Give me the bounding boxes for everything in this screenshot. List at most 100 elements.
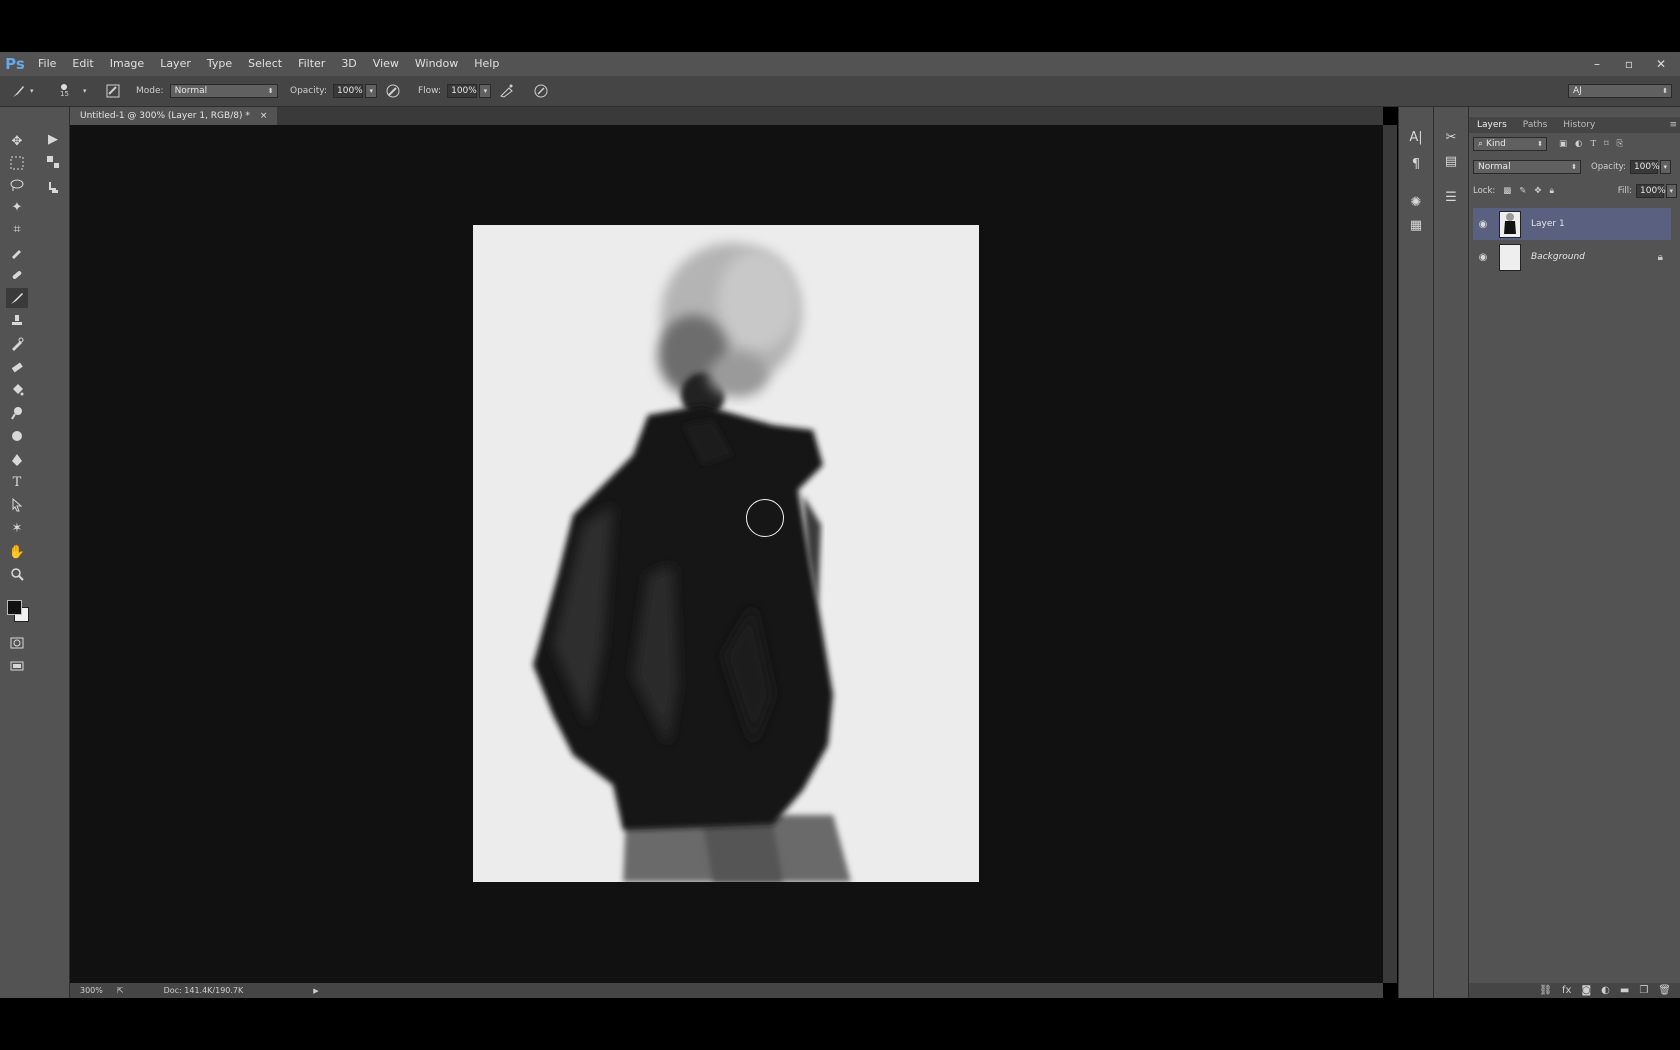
minimize-button[interactable]: –: [1588, 55, 1606, 73]
share-icon[interactable]: ⇱: [117, 986, 124, 995]
play-action-icon[interactable]: ▶: [42, 129, 64, 149]
lock-icon[interactable]: 🔒︎: [1658, 252, 1663, 263]
magic-wand-tool-icon[interactable]: ✦: [6, 197, 28, 217]
mode-select[interactable]: Normal ⬍: [169, 84, 278, 98]
blend-mode-select[interactable]: Normal ⬍: [1473, 160, 1581, 174]
paint-bucket-tool-icon[interactable]: [6, 380, 28, 400]
menu-edit[interactable]: Edit: [64, 52, 101, 76]
brush-tool-icon[interactable]: [6, 288, 28, 308]
custom-shape-tool-icon[interactable]: ✶: [6, 518, 28, 538]
clone-source-icon[interactable]: [42, 177, 64, 197]
tab-layers[interactable]: Layers: [1469, 120, 1515, 130]
quick-mask-icon[interactable]: [6, 633, 28, 653]
grid-panel-icon[interactable]: ▦: [1405, 215, 1427, 235]
zoom-level[interactable]: 300%: [80, 986, 103, 995]
foreground-color-swatch[interactable]: [7, 600, 22, 615]
clone-stamp-tool-icon[interactable]: [6, 311, 28, 331]
character-panel-icon[interactable]: A|: [1405, 127, 1427, 147]
path-selection-tool-icon[interactable]: [6, 495, 28, 515]
pressure-opacity-toggle[interactable]: [384, 76, 402, 106]
menu-window[interactable]: Window: [407, 52, 466, 76]
hand-tool-icon[interactable]: ✋: [6, 542, 28, 562]
eraser-tool-icon[interactable]: [6, 357, 28, 377]
close-button[interactable]: ✕: [1652, 55, 1670, 73]
document-canvas[interactable]: [473, 225, 979, 882]
restore-button[interactable]: ▫: [1620, 55, 1638, 73]
marquee-tool-icon[interactable]: [6, 153, 28, 173]
opacity-input[interactable]: 100%: [333, 84, 363, 98]
menu-filter[interactable]: Filter: [290, 52, 333, 76]
menu-select[interactable]: Select: [240, 52, 290, 76]
trash-icon[interactable]: 🗑︎: [1658, 985, 1671, 996]
filter-shape-icon[interactable]: ⌑: [1604, 139, 1608, 149]
dodge-tool-icon[interactable]: [6, 403, 28, 423]
filter-adjustment-icon[interactable]: ◐: [1575, 139, 1582, 149]
adjustments-icon[interactable]: ☰: [1440, 187, 1462, 207]
chevron-down-icon: ▾: [483, 87, 488, 95]
menu-3d[interactable]: 3D: [333, 52, 364, 76]
fx-icon[interactable]: fx: [1562, 985, 1571, 996]
pen-tool-icon[interactable]: [6, 450, 28, 470]
fill-dropdown[interactable]: ▾: [1666, 184, 1677, 198]
eye-icon[interactable]: ◉: [1473, 252, 1493, 263]
blur-tool-icon[interactable]: [6, 426, 28, 446]
status-menu-arrow-icon[interactable]: ▶: [313, 987, 318, 995]
layer-filter-select[interactable]: ⌕ Kind ⬍: [1473, 137, 1547, 151]
eye-icon[interactable]: ◉: [1473, 219, 1493, 230]
menu-file[interactable]: File: [30, 52, 64, 76]
tab-history[interactable]: History: [1555, 120, 1603, 130]
filter-type-icon[interactable]: T: [1590, 139, 1596, 149]
chevron-down-icon[interactable]: ▾: [83, 87, 87, 95]
vertical-scrollbar[interactable]: [1383, 125, 1397, 983]
close-tab-icon[interactable]: ×: [260, 111, 268, 121]
menu-image[interactable]: Image: [102, 52, 152, 76]
flow-dropdown[interactable]: ▾: [479, 84, 492, 98]
lock-image-icon[interactable]: ✎: [1519, 186, 1526, 196]
move-tool-icon[interactable]: ✥: [6, 131, 28, 151]
color-swatches[interactable]: [6, 597, 30, 625]
lock-transparent-icon[interactable]: ▩: [1503, 186, 1511, 196]
menu-layer[interactable]: Layer: [152, 52, 199, 76]
flow-input[interactable]: 100%: [447, 84, 478, 98]
paragraph-panel-icon[interactable]: ¶: [1405, 154, 1427, 174]
brush-tool-preset[interactable]: ▾: [10, 76, 34, 106]
healing-brush-tool-icon[interactable]: [6, 265, 28, 285]
screen-mode-icon[interactable]: [6, 656, 28, 676]
tool-presets-icon[interactable]: [42, 152, 64, 172]
tab-paths[interactable]: Paths: [1515, 120, 1555, 130]
link-layers-icon[interactable]: ⛓: [1539, 985, 1552, 996]
layer-opacity-dropdown[interactable]: ▾: [1659, 160, 1671, 174]
opacity-dropdown[interactable]: ▾: [365, 84, 377, 98]
lasso-tool-icon[interactable]: [6, 175, 28, 195]
airbrush-toggle[interactable]: [498, 76, 516, 106]
zoom-tool-icon[interactable]: [6, 564, 28, 584]
eyedropper-tool-icon[interactable]: [6, 242, 28, 262]
filter-smart-object-icon[interactable]: ⎘: [1617, 139, 1624, 149]
filter-pixel-icon[interactable]: ▣: [1559, 139, 1567, 149]
fill-input[interactable]: 100%: [1636, 184, 1666, 198]
new-group-icon[interactable]: ▬: [1620, 985, 1629, 996]
adjustment-layer-icon[interactable]: ◐: [1601, 985, 1610, 996]
layer-row[interactable]: ◉ Layer 1: [1473, 208, 1671, 240]
panel-menu-icon[interactable]: ≡: [1669, 120, 1677, 130]
new-layer-icon[interactable]: ❐: [1639, 985, 1648, 996]
menu-help[interactable]: Help: [466, 52, 507, 76]
brush-tools-icon[interactable]: ✂: [1440, 127, 1462, 147]
layer-opacity-input[interactable]: 100%: [1629, 160, 1660, 174]
type-tool-icon[interactable]: T: [6, 472, 28, 492]
menu-type[interactable]: Type: [199, 52, 240, 76]
layer-comps-icon[interactable]: ▤: [1440, 151, 1462, 171]
lock-position-icon[interactable]: ✥: [1534, 186, 1541, 196]
document-tab[interactable]: Untitled-1 @ 300% (Layer 1, RGB/8) * ×: [70, 107, 278, 125]
add-mask-icon[interactable]: ◙: [1581, 985, 1591, 996]
workspace-select[interactable]: AJ ⬍: [1568, 84, 1672, 98]
menu-view[interactable]: View: [365, 52, 407, 76]
layer-row[interactable]: ◉ Background 🔒︎: [1473, 241, 1671, 273]
3d-panel-icon[interactable]: ✺: [1405, 192, 1427, 212]
history-brush-tool-icon[interactable]: [6, 334, 28, 354]
brush-size-picker[interactable]: 15: [60, 76, 69, 106]
lock-all-icon[interactable]: 🔒︎: [1550, 186, 1555, 196]
crop-tool-icon[interactable]: ⌗: [6, 219, 28, 239]
brush-panel-toggle[interactable]: [104, 76, 122, 106]
pressure-size-toggle[interactable]: [532, 76, 550, 106]
